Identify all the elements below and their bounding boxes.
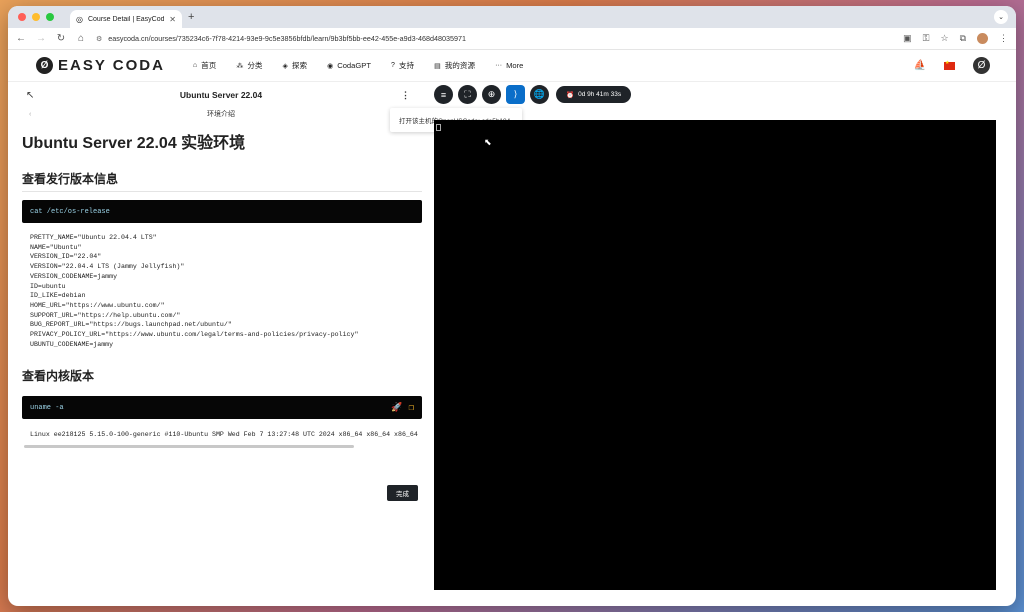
fullscreen-icon[interactable]: ⛶ <box>458 85 477 104</box>
tab-search-chevron-icon[interactable]: ⌄ <box>994 10 1008 24</box>
lesson-menu-icon[interactable]: ⋮ <box>401 90 410 101</box>
section-nav: ‹ 环境介绍 <box>8 107 434 121</box>
horizontal-scrollbar[interactable] <box>24 445 354 449</box>
lab-toolbar: ≡ ⛶ ⊕ ⟩ 🌐 ⏰ 0d 9h 41m 33s <box>434 85 632 104</box>
address-bar: ← → ↻ ⌂ ⚙ easycoda.cn/courses/735234c6-7… <box>8 28 1016 50</box>
extensions-puzzle-icon[interactable]: ⧉ <box>960 33 966 44</box>
forward-arrow-icon[interactable]: → <box>36 33 46 44</box>
mouse-pointer-icon: ⬉ <box>484 137 492 147</box>
clipboard-icon[interactable]: ▣ <box>903 33 912 44</box>
nav-label: CodaGPT <box>337 61 371 70</box>
logo-text: EASY CODA <box>58 57 165 74</box>
site-favicon-icon: ◎ <box>76 14 83 24</box>
help-icon: ? <box>390 62 395 69</box>
logo-mark-icon: Ø <box>36 57 53 74</box>
window-controls <box>18 13 54 21</box>
nav-label: 支持 <box>398 61 415 70</box>
nav-label: 分类 <box>247 61 263 70</box>
code-block[interactable]: uname -a 🚀 ❐ <box>22 396 422 420</box>
compass-icon: ◈ <box>282 62 288 70</box>
add-terminal-icon[interactable]: ⊕ <box>482 85 501 104</box>
page-title: Ubuntu Server 22.04 实验环境 <box>22 135 246 152</box>
site-logo[interactable]: Ø EASY CODA <box>36 57 165 74</box>
code-command: cat /etc/os-release <box>30 207 110 216</box>
nav-item-more[interactable]: ··· More <box>495 61 523 70</box>
maximize-window-button[interactable] <box>46 13 54 21</box>
nav-item-support[interactable]: ? 支持 <box>391 60 414 71</box>
nav-label: 探索 <box>291 61 308 70</box>
command-output: PRETTY_NAME="Ubuntu 22.04.4 LTS" NAME="U… <box>30 234 359 348</box>
section-title: 环境介绍 <box>207 111 235 118</box>
nav-label: 我的资源 <box>444 61 476 70</box>
site-header: Ø EASY CODA ⌂ 首页 ⁂ 分类 ◈ 探索 ◉ CodaGPT ? 支持 ▤ 我的… <box>8 50 1016 82</box>
copy-icon[interactable]: ❐ <box>409 403 414 413</box>
url-field[interactable]: ⚙ easycoda.cn/courses/735234c6-7f78-4214… <box>96 34 893 43</box>
profile-avatar[interactable] <box>977 33 988 44</box>
nav-item-explore[interactable]: ◈ 探索 <box>283 60 308 71</box>
code-actions: 🚀 ❐ <box>391 403 414 413</box>
browser-window: ◎ Course Detail | EasyCoda - I ✕ + ⌄ ← →… <box>8 6 1016 606</box>
code-block[interactable]: cat /etc/os-release <box>22 200 422 223</box>
nav-label: More <box>506 61 524 70</box>
user-avatar[interactable]: Ø <box>973 57 990 74</box>
session-timer: ⏰ 0d 9h 41m 33s <box>556 86 632 103</box>
command-output: Linux ee218125 5.15.0-100-generic #110-U… <box>30 431 418 439</box>
home-icon[interactable]: ⌂ <box>76 33 86 44</box>
section-heading: 查看内核版本 <box>22 369 95 384</box>
vscode-icon[interactable]: ⟩ <box>506 85 525 104</box>
theme-toggle-icon[interactable]: ⛵ <box>914 60 926 71</box>
home-icon: ⌂ <box>192 62 198 69</box>
tab-title: Course Detail | EasyCoda - I <box>87 15 165 23</box>
code-command: uname -a <box>30 403 64 412</box>
nav-label: 首页 <box>201 61 217 70</box>
tab-strip: ◎ Course Detail | EasyCoda - I ✕ + ⌄ <box>8 6 1016 28</box>
lesson-panel: ↖ Ubuntu Server 22.04 ⋮ ‹ 环境介绍 Ubuntu Se… <box>8 83 434 606</box>
lesson-panel-header: ↖ Ubuntu Server 22.04 ⋮ <box>8 87 434 103</box>
run-rocket-icon[interactable]: 🚀 <box>391 403 402 413</box>
chat-icon: ◉ <box>327 62 334 70</box>
minimize-window-button[interactable] <box>32 13 40 21</box>
terminal-cursor <box>436 124 441 131</box>
new-tab-button[interactable]: + <box>188 11 194 23</box>
done-button[interactable]: 完成 <box>387 485 418 501</box>
nav-item-my-resources[interactable]: ▤ 我的资源 <box>434 60 475 71</box>
site-info-icon[interactable]: ⚙ <box>96 35 102 43</box>
terminal-pane[interactable] <box>434 120 996 590</box>
globe-icon[interactable]: 🌐 <box>530 85 549 104</box>
nav-item-home[interactable]: ⌂ 首页 <box>193 60 216 71</box>
nav-item-codagpt[interactable]: ◉ CodaGPT <box>327 61 371 70</box>
bookmark-star-icon[interactable]: ☆ <box>940 33 948 44</box>
language-flag-icon[interactable] <box>944 60 955 70</box>
header-actions: ⛵ Ø <box>914 57 990 74</box>
nav-item-category[interactable]: ⁂ 分类 <box>236 60 262 71</box>
main-nav: ⌂ 首页 ⁂ 分类 ◈ 探索 ◉ CodaGPT ? 支持 ▤ 我的资源 ··· More <box>193 60 523 71</box>
address-bar-actions: ▣ ⚿ ☆ ⧉ ⋮ <box>903 33 1008 44</box>
more-icon: ··· <box>495 62 503 69</box>
section-heading: 查看发行版本信息 <box>22 170 422 192</box>
menu-icon[interactable]: ≡ <box>434 85 453 104</box>
close-window-button[interactable] <box>18 13 26 21</box>
reload-icon[interactable]: ↻ <box>56 33 66 44</box>
password-key-icon[interactable]: ⚿ <box>923 33 930 44</box>
alarm-clock-icon: ⏰ <box>566 91 575 99</box>
timer-text: 0d 9h 41m 33s <box>578 91 622 98</box>
folder-icon: ▤ <box>434 62 441 70</box>
learning-area: ↖ Ubuntu Server 22.04 ⋮ ‹ 环境介绍 Ubuntu Se… <box>8 83 1016 606</box>
browser-tab[interactable]: ◎ Course Detail | EasyCoda - I ✕ <box>70 10 182 28</box>
close-tab-icon[interactable]: ✕ <box>169 15 176 24</box>
url-text: easycoda.cn/courses/735234c6-7f78-4214-9… <box>108 34 466 43</box>
back-arrow-icon[interactable]: ← <box>16 33 26 44</box>
browser-menu-icon[interactable]: ⋮ <box>999 33 1008 44</box>
lesson-content: Ubuntu Server 22.04 实验环境 查看发行版本信息 cat /e… <box>22 129 422 501</box>
category-icon: ⁂ <box>236 62 244 70</box>
course-title: Ubuntu Server 22.04 <box>179 90 263 100</box>
